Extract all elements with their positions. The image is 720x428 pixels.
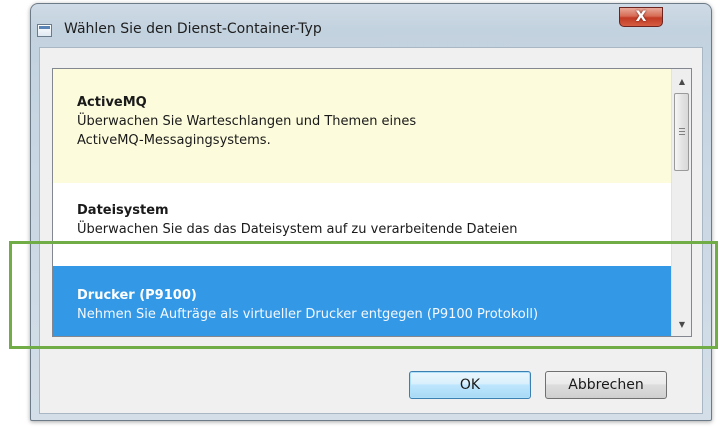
item-description: ActiveMQ-Messagingsystems. xyxy=(77,133,271,148)
close-icon: X xyxy=(635,9,647,25)
scroll-down-button[interactable]: ▼ xyxy=(672,314,691,334)
list-item-activemq[interactable]: ActiveMQ Überwachen Sie Warteschlangen u… xyxy=(53,69,671,183)
dialog-window: Wählen Sie den Dienst-Container-Typ X Ac… xyxy=(30,3,712,421)
list-item-drucker[interactable]: Drucker (P9100) Nehmen Sie Aufträge als … xyxy=(53,266,671,336)
item-description: Überwachen Sie das das Dateisystem auf z… xyxy=(77,222,518,237)
item-description: Überwachen Sie Warteschlangen und Themen… xyxy=(77,114,417,129)
arrow-up-icon: ▲ xyxy=(678,76,686,86)
close-button[interactable]: X xyxy=(619,7,663,27)
scroll-up-button[interactable]: ▲ xyxy=(672,71,691,91)
list-item-dateisystem[interactable]: Dateisystem Überwachen Sie das das Datei… xyxy=(53,183,671,266)
item-description: Nehmen Sie Aufträge als virtueller Druck… xyxy=(77,307,539,322)
scroll-thumb[interactable] xyxy=(674,93,689,171)
vertical-scrollbar[interactable]: ▲ ▼ xyxy=(671,69,691,336)
window-title: Wählen Sie den Dienst-Container-Typ xyxy=(64,21,322,37)
arrow-down-icon: ▼ xyxy=(678,319,686,329)
cancel-button[interactable]: Abbrechen xyxy=(545,371,667,399)
item-title: Drucker (P9100) xyxy=(77,288,197,303)
dialog-content: ActiveMQ Überwachen Sie Warteschlangen u… xyxy=(39,47,703,414)
container-type-list[interactable]: ActiveMQ Überwachen Sie Warteschlangen u… xyxy=(52,68,692,337)
title-bar[interactable]: Wählen Sie den Dienst-Container-Typ X xyxy=(31,4,711,50)
ok-button[interactable]: OK xyxy=(409,371,531,399)
item-title: ActiveMQ xyxy=(77,95,147,110)
grip-icon xyxy=(679,128,685,136)
item-title: Dateisystem xyxy=(77,203,169,218)
window-icon xyxy=(37,24,52,37)
